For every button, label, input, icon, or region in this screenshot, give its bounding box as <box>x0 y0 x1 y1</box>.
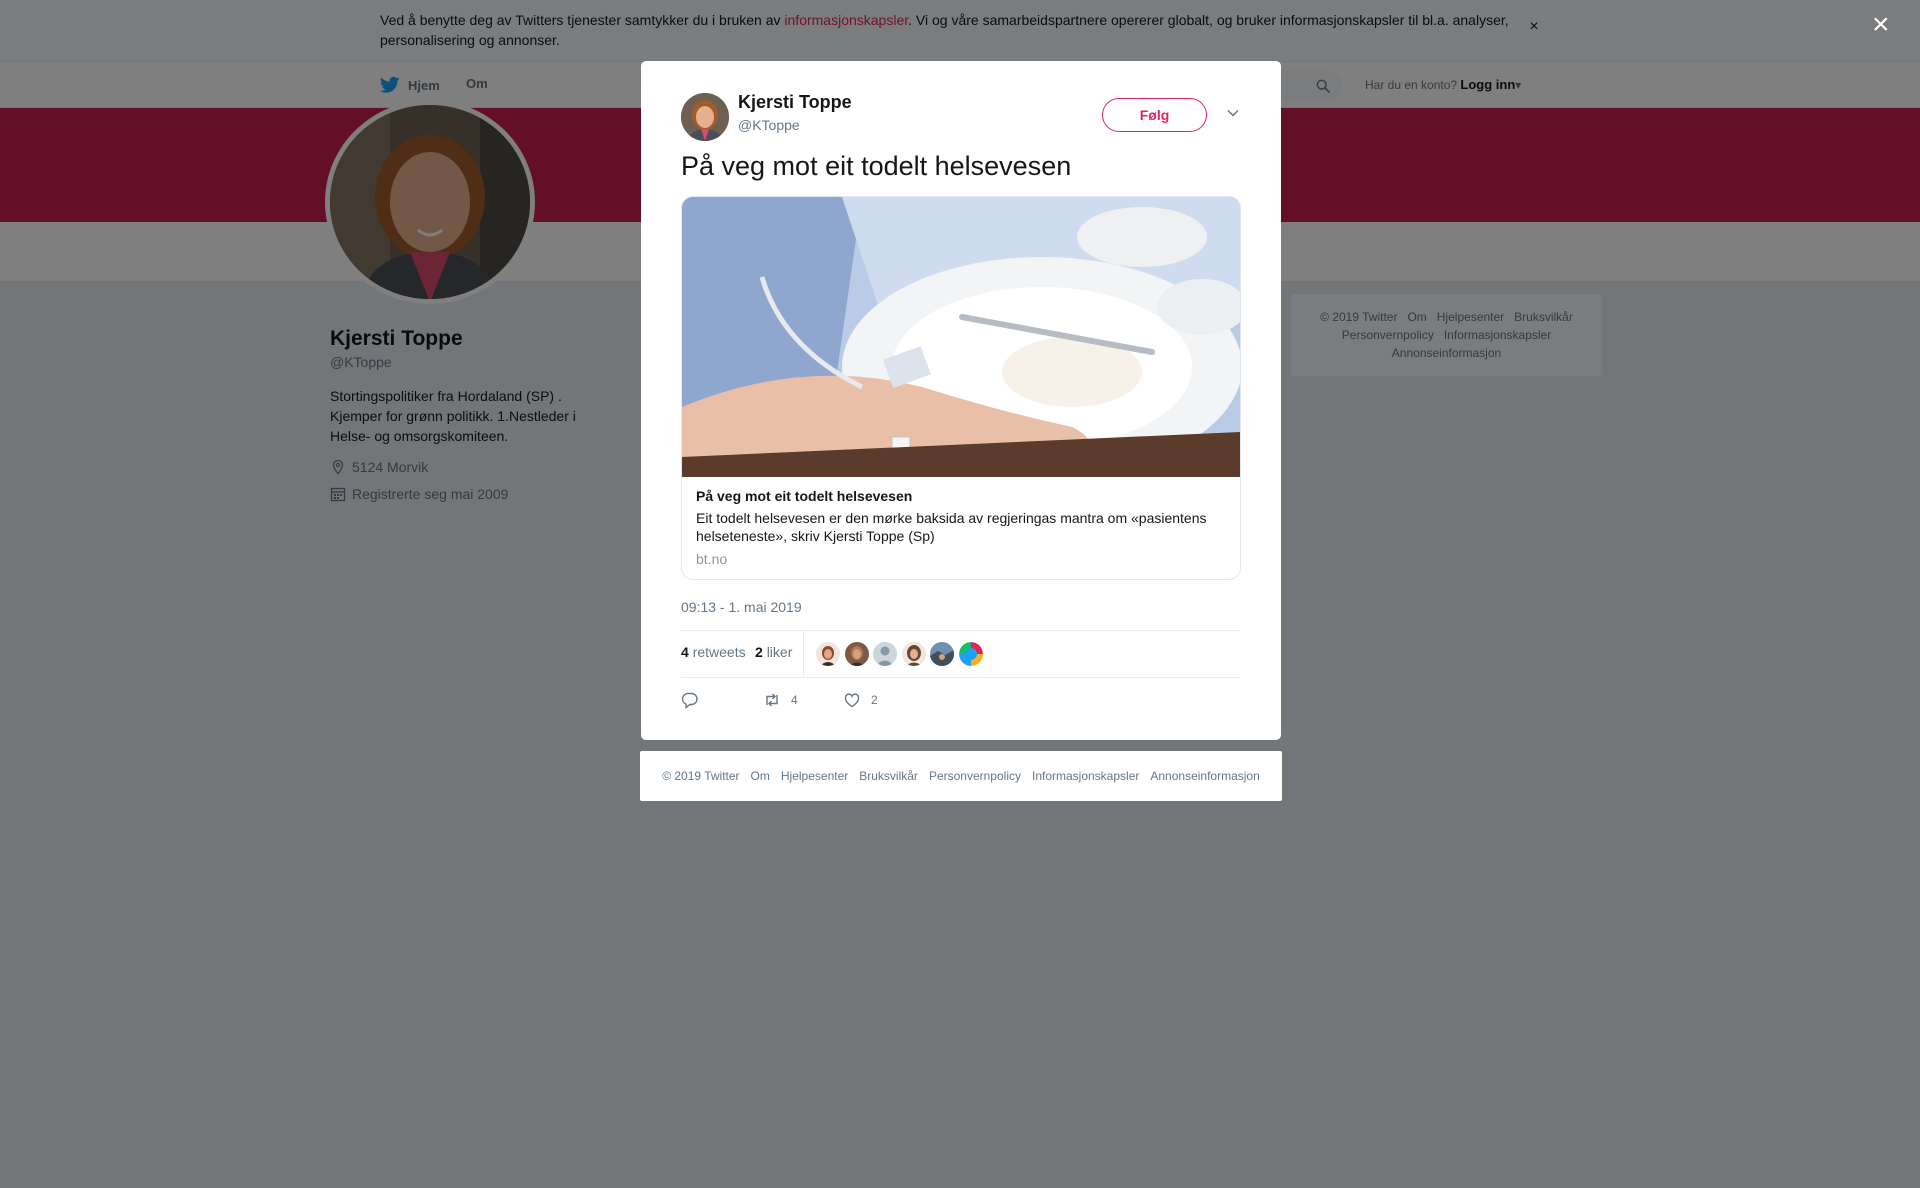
chevron-down-icon[interactable] <box>1226 106 1240 120</box>
footer-link[interactable]: Informasjonskapsler <box>1032 769 1139 783</box>
engager-avatar[interactable] <box>930 642 954 666</box>
tweet-text: På veg mot eit todelt helsevesen <box>681 151 1072 181</box>
tweet-author-handle[interactable]: @KToppe <box>738 117 800 133</box>
tweet-author-avatar[interactable] <box>681 93 729 141</box>
card-image <box>682 197 1240 477</box>
close-icon[interactable]: × <box>1872 10 1890 40</box>
engager-avatar[interactable] <box>844 642 869 666</box>
footer-link[interactable]: Bruksvilkår <box>859 769 918 783</box>
retweet-icon <box>766 693 778 707</box>
retweet-stat[interactable]: 4 retweets <box>681 644 746 660</box>
card-title: På veg mot eit todelt helsevesen <box>696 488 913 504</box>
follow-button[interactable]: Følg <box>1102 98 1207 132</box>
card-description: Eit todelt helsevesen er den mørke baksi… <box>696 510 1207 544</box>
heart-icon <box>844 693 860 708</box>
footer-link[interactable]: Om <box>751 769 770 783</box>
engager-avatar[interactable] <box>901 642 926 666</box>
footer-link[interactable]: Annonseinformasjon <box>1150 769 1259 783</box>
modal-footer: © 2019 Twitter Om Hjelpesenter Bruksvilk… <box>640 751 1282 801</box>
engager-avatar[interactable] <box>816 642 840 666</box>
like-button[interactable]: 2 <box>843 691 878 709</box>
tweet-stats: 4 retweets 2 liker <box>681 630 1241 678</box>
tweet-timestamp[interactable]: 09:13 - 1. mai 2019 <box>681 599 802 615</box>
like-stat[interactable]: 2 liker <box>755 644 792 660</box>
engager-avatar[interactable] <box>873 642 897 666</box>
reply-button[interactable] <box>681 691 709 709</box>
card-body: På veg mot eit todelt helsevesen Eit tod… <box>682 477 1240 578</box>
card-domain: bt.no <box>696 551 728 567</box>
engager-avatars <box>816 642 987 666</box>
tweet-modal: Kjersti Toppe @KToppe Følg På veg mot ei… <box>641 61 1281 740</box>
engager-avatar[interactable] <box>958 642 983 666</box>
footer-link[interactable]: Personvernpolicy <box>929 769 1021 783</box>
footer-copyright: © 2019 Twitter <box>662 769 740 783</box>
link-card[interactable]: På veg mot eit todelt helsevesen Eit tod… <box>681 196 1241 580</box>
stats-divider <box>803 631 804 677</box>
retweet-button[interactable]: 4 <box>763 691 798 709</box>
footer-link[interactable]: Hjelpesenter <box>781 769 848 783</box>
reply-icon <box>681 692 698 709</box>
tweet-author-name[interactable]: Kjersti Toppe <box>738 92 852 113</box>
